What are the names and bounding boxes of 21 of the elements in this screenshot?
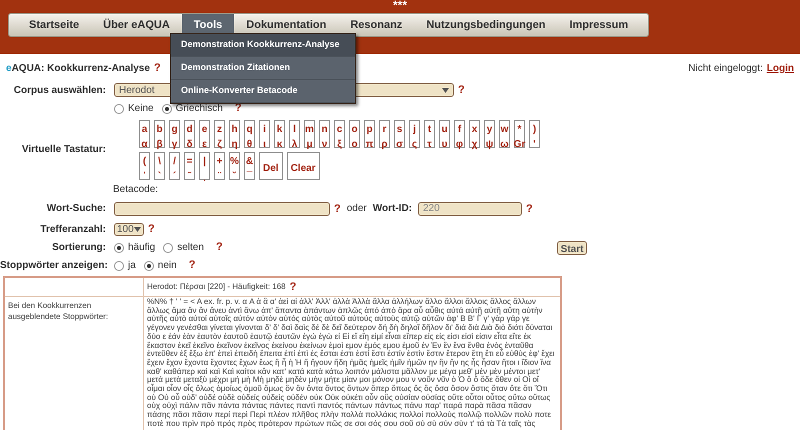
field-label: Sortierung:	[51, 241, 107, 255]
radio-label: ja	[128, 259, 136, 273]
page-title: eAQUA: Kookkurrenz-Analyse	[6, 62, 150, 76]
radio-label: Keine	[128, 102, 154, 116]
radio-label: nein	[158, 259, 177, 273]
radio-label: Griechisch	[176, 102, 223, 116]
field-label: Trefferanzahl:	[39, 222, 107, 237]
field-label: Wort-Suche:	[46, 202, 107, 216]
field-label: Stoppwörter anzeigen:	[0, 259, 109, 273]
or-text: oder	[346, 202, 367, 216]
header-stars: ***	[392, 0, 407, 10]
table-cell: Bei den Kookkurrenzen ausgeblendete Stoppwörter:	[5, 297, 144, 430]
betacode-label: Betacode:	[113, 182, 160, 196]
result-heading: Herodot: Πέρσαι [220] - Häufigkeit: 168	[147, 280, 286, 293]
radio-label: selten	[177, 241, 204, 255]
stopwords-text: %N% † ' ' = < A ex. fr. p. v. α A ἀ ἂ α' ἀεὶ αἱ ἀλλ' Ἀλλ' ἀλλὰ Ἀλλὰ ἄλλα ἀλλήλων ἄλλο ἄλλοι ἄλλοις ἄλλος ἄλλων ἄλλως ἅμα ἄν ἂν ἄνευ ἀντὶ ἄνω ἀπ' ἅπαντα ἁπάντων ἁπλῶς ἀπό ἀπὸ ἄρα αὖ αὖθις αὐτά αὐτῇ αὐτῆ αὕτη αὐτὴν αὐτῆς αὐτὸ αὐτοί αὐτοῖς αὐτόν αὐτὸν αὐτός αὐτὸς αὐτοῦ αὐτούς αὐτοὺς αὐτῷ αὐτῶν ἀφ' Β Β' Γ γ' γὰρ γάρ γε γέγονεν γενέσθαι γίνεται γίνονται δ' δ' δαὶ δαὶς δέ δὲ δεῖ δεύτερον δή δὴ δηλοῖ δῆλον δι' διά διὰ Διὰ διὸ διότι δύναται δύο ε ἐάν ἐὰν ἑαυτὸν ἑαυτοῦ ἑαυτῷ ἑαυτῶν ἐγώ ἐγὼ εἰ Εἰ εἴ εἴη εἰμί εἶναι εἴπερ εἰς εἰς εἰσι εἰσὶ εἰσιν εἶτα εἴτε ἐκ ἕκαστον ἐκεῖ ἐκεῖνο ἐκεῖνον ἐκεῖνος ἐκείνου ἐκείνων ἐμοὶ εμον ἐμός εμου ἐμοῦ ἐν Ἐν ἓν ἕνα ἔνθα ἑνὸς ἐνταῦθα ἐντεῦθεν ἐξ ἔξω ἐπ' ἐπεὶ ἐπειδὴ ἔπειτα ἐπί ἐπὶ ἐς ἔσται ἐστι ἐστί ἔστι ἐστίν ἐστὶν ἔστιν ἕτερον ἔτη ἔτι εὖ εὐθὺς ἐφ' ἔχει ἔχειν ἔχον ἔχοντα ἔχοντες ἔχων ἕως ἢ ἦ ἡ Ἡ ἤ ἤγουν ἤδη ἡμᾶς ἡμεῖς ἡμῖν ἡμῶν ην ἣν ἥν ης ἧς ἦσαν ἤτοι ι ἴδιον ἵνα καθ' καθάπερ καὶ καὶ Καὶ καίτοι κἂν κατ' κατά κατὰ κάτω λοιπόν μάλιστα μᾶλλον με μέγα μεθ' μέν μὲν μέντοι μετ' μετά μετὰ μεταξὺ μέχρι μή μὴ Μὴ μηδὲ μηδὲν μὴν μήτε μίαν μοι μόνον μου ν νοῦν νῦν ὁ Ὁ ὃ ὅ ὅδε ὅθεν οἱ Οἱ οἵ οἶμαι οἷον οἷς ὅλως ὁμοίως ὁμοῦ ὅμως ὂν ὃν ὄντα ὄντος ὄντων ὅπερ ὅπως ὅς ὃς ὅσα ὅσον ὅστις ὅταν ὅτε ὅτι Ὅτι οὐ Οὐ οὗ οὐδ' οὐδέ οὐδὲ οὐδείς οὐδεὶς οὐδέν οὐκ Οὐκ οὐκέτι οὖν οὓς οὐσίαν οὐσίας οὔτε οὗτοι οὗτος οὕτω οὕτως οὐχ οὐχὶ πάλιν πᾶν πάντα πάντας πάντες παντὶ παντός πάντων πάντως πάνυ παρ' παρά παρὰ πᾶσα πᾶσαν πάσης πᾶσι πᾶσιν περί περὶ Περὶ πλέον πλῆθος πλὴν πολλὰ πολλάκις πολλοί πολλοὺς πολλῷ πολλῶν πολὺ ποτε ποτὲ που πρὶν πρὸ πρός πρὸς πρότερον πρώτων πῶς σε σοι σός σου σοῦ σύ σὺ σύν σὺν τ' τά τὰ Τὰ ταῖς τὰς	[146, 297, 556, 430]
radio-label: häufig	[128, 241, 156, 255]
word-id-label: Wort-ID:	[372, 202, 412, 216]
field-label: Corpus auswählen:	[12, 84, 107, 98]
login-status: Nicht eingeloggt:	[688, 62, 763, 76]
field-label: Virtuelle Tastatur:	[20, 143, 107, 157]
